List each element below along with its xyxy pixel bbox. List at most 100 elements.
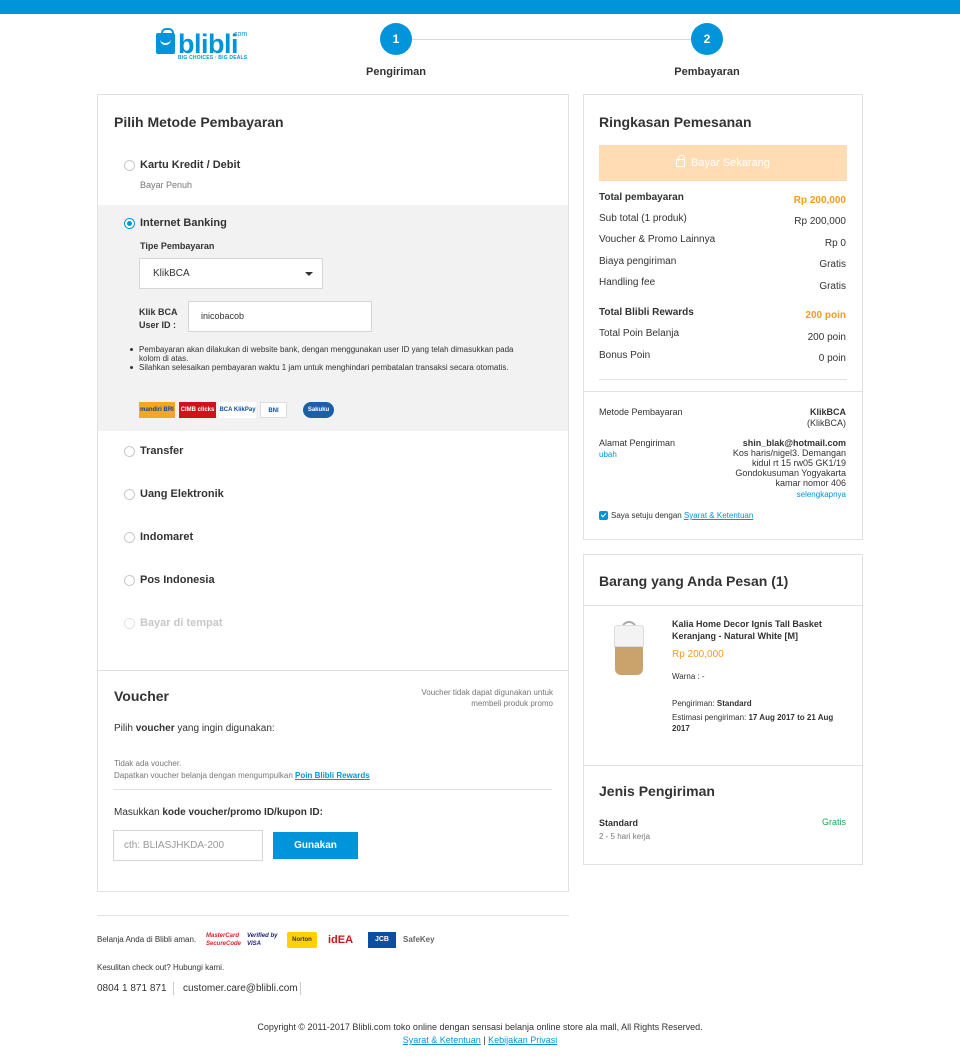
address-line: kidul rt 15 rw05 GK1/19 <box>751 458 846 468</box>
banking-notes: Pembayaran akan dilakukan di website ban… <box>127 345 537 372</box>
handling-fee-label: Handling fee <box>599 277 656 288</box>
footer-phone[interactable]: 0804 1 871 871 <box>97 983 167 994</box>
pay-now-button[interactable]: Bayar Sekarang <box>599 145 847 181</box>
product-image[interactable] <box>609 621 649 677</box>
address-change-link[interactable]: ubah <box>599 450 617 459</box>
radio-bayar-di-tempat <box>124 618 135 629</box>
radio-transfer[interactable] <box>124 446 135 457</box>
rewards-total-label: Total Blibli Rewards <box>599 307 694 318</box>
product-estimate: Estimasi pengiriman: 17 Aug 2017 to 21 A… <box>672 713 834 733</box>
product-color: Warna : - <box>672 672 705 681</box>
summary-section-divider <box>584 391 862 392</box>
shipping-divider <box>584 765 862 766</box>
shipping-type-title: Jenis Pengiriman <box>599 783 715 799</box>
option-uang-elektronik-label[interactable]: Uang Elektronik <box>140 488 224 500</box>
footer-divider <box>97 915 569 916</box>
product-shipping: Pengiriman: Standard <box>672 699 752 708</box>
blibli-logo[interactable]: blibli .com BIG CHOICES · BIG DEALS <box>156 28 256 63</box>
terms-link[interactable]: Syarat & Ketentuan <box>684 511 753 520</box>
voucher-code-label: Masukkan kode voucher/promo ID/kupon ID: <box>114 807 323 818</box>
step-2-circle: 2 <box>691 23 723 55</box>
rewards-total-value: 200 poin <box>805 310 846 321</box>
voucher-none-text: Tidak ada voucher. <box>114 759 182 768</box>
footer-separator <box>173 982 174 995</box>
step-2-label: Pembayaran <box>674 66 740 78</box>
address-line: Gondokusuman Yogyakarta <box>735 468 846 478</box>
voucher-divider <box>98 670 568 671</box>
payment-type-label: Tipe Pembayaran <box>140 241 215 251</box>
user-id-input[interactable]: inicobacob <box>188 301 372 332</box>
sakuku-logo: Sakuku <box>303 402 334 418</box>
radio-pos-indonesia[interactable] <box>124 575 135 586</box>
lock-icon <box>676 155 686 167</box>
shopping-bag-icon <box>156 28 175 54</box>
step-1-label: Pengiriman <box>366 66 426 78</box>
stepper-line <box>396 39 706 40</box>
shipping-type-name: Standard <box>599 818 639 828</box>
cimb-clicks-logo: CIMB clicks <box>179 402 216 418</box>
address-line: Kos haris/nigel3. Demangan <box>732 448 846 458</box>
address-label: Alamat Pengiriman <box>599 438 676 448</box>
option-bayar-di-tempat-label: Bayar di tempat <box>140 617 223 629</box>
agree-checkbox[interactable] <box>599 511 608 520</box>
items-divider <box>584 605 862 606</box>
voucher-title: Voucher <box>114 688 169 704</box>
payment-type-value: KlikBCA <box>153 268 190 279</box>
norton-seal: Norton <box>287 932 317 948</box>
radio-credit[interactable] <box>124 160 135 171</box>
bca-klikpay-logo: BCA KlikPay <box>219 402 256 418</box>
shipping-type-duration: 2 - 5 hari kerja <box>599 832 651 841</box>
jcb-seal: JCB <box>368 932 396 948</box>
summary-title: Ringkasan Pemesanan <box>599 114 752 130</box>
option-credit-sub: Bayar Penuh <box>140 180 193 190</box>
footer-safe-text: Belanja Anda di Blibli aman. <box>97 935 197 944</box>
banking-note: Pembayaran akan dilakukan di website ban… <box>127 345 537 363</box>
footer-help-text: Kesulitan check out? Hubungi kami. <box>97 963 225 972</box>
payment-type-select[interactable]: KlikBCA <box>139 258 323 289</box>
safekey-seal: SafeKey <box>403 935 435 944</box>
footer-terms-link[interactable]: Syarat & Ketentuan <box>403 1035 481 1045</box>
logo-tagline: BIG CHOICES · BIG DEALS <box>178 55 248 61</box>
summary-divider <box>599 379 847 380</box>
option-internet-banking-label[interactable]: Internet Banking <box>140 217 227 229</box>
shipping-type-cost: Gratis <box>821 817 846 827</box>
mastercard-securecode-seal: MasterCard SecureCode <box>206 933 242 947</box>
footer-links: Syarat & Ketentuan | Kebijakan Privasi <box>402 1035 558 1045</box>
items-title: Barang yang Anda Pesan (1) <box>599 573 789 589</box>
footer-privacy-link[interactable]: Kebijakan Privasi <box>488 1035 557 1045</box>
subtotal-label: Sub total (1 produk) <box>599 213 687 224</box>
voucher-promo-value: Rp 0 <box>824 238 846 249</box>
caret-down-icon <box>305 272 313 276</box>
handling-fee-value: Gratis <box>819 281 846 292</box>
footer-separator <box>300 982 301 995</box>
address-more-link[interactable]: selengkapnya <box>797 490 846 499</box>
radio-internet-banking[interactable] <box>124 218 135 229</box>
option-credit-label[interactable]: Kartu Kredit / Debit <box>140 159 240 171</box>
total-value: Rp 200,000 <box>793 195 846 206</box>
voucher-code-input[interactable]: cth: BLIASJHKDA-200 <box>113 830 263 861</box>
apply-voucher-button[interactable]: Gunakan <box>273 832 358 859</box>
method-sub: (KlikBCA) <box>806 418 846 428</box>
top-bar <box>0 0 960 14</box>
poin-belanja-label: Total Poin Belanja <box>599 328 680 339</box>
payment-title: Pilih Metode Pembayaran <box>114 114 284 130</box>
poin-rewards-link[interactable]: Poin Blibli Rewards <box>295 771 370 780</box>
option-indomaret-label[interactable]: Indomaret <box>140 531 193 543</box>
shipping-fee-value: Gratis <box>819 259 846 270</box>
product-price: Rp 200,000 <box>672 649 724 660</box>
total-label: Total pembayaran <box>599 192 684 203</box>
address-line: kamar nomor 406 <box>775 478 846 488</box>
address-email: shin_blak@hotmail.com <box>742 438 846 448</box>
banking-note: Silahkan selesaikan pembayaran waktu 1 j… <box>127 363 537 372</box>
voucher-inner-divider <box>113 789 552 790</box>
user-id-label: Klik BCA User ID : <box>139 307 178 330</box>
product-name[interactable]: Kalia Home Decor Ignis Tall Basket Keran… <box>672 618 842 642</box>
option-pos-indonesia-label[interactable]: Pos Indonesia <box>140 574 215 586</box>
logo-com: .com <box>232 31 248 38</box>
radio-uang-elektronik[interactable] <box>124 489 135 500</box>
option-transfer-label[interactable]: Transfer <box>140 445 183 457</box>
footer-email[interactable]: customer.care@blibli.com <box>183 983 298 994</box>
idea-seal: idEA <box>328 934 354 946</box>
bonus-poin-label: Bonus Poin <box>599 350 651 361</box>
radio-indomaret[interactable] <box>124 532 135 543</box>
